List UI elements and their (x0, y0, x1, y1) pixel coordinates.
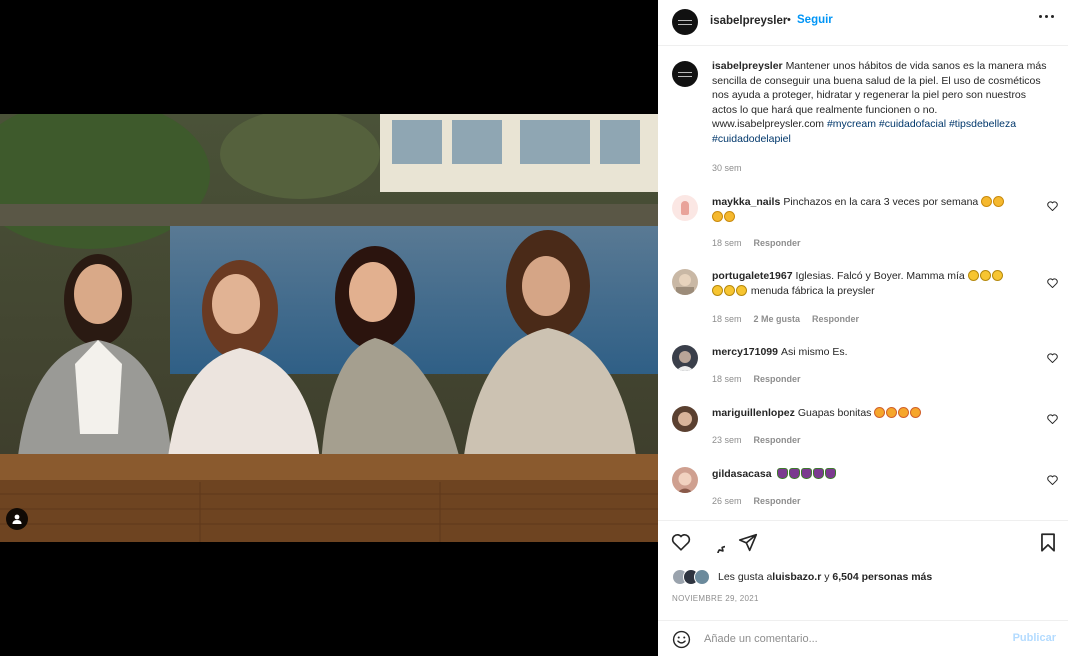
comment-text: mariguillenlopez Guapas bonitas (712, 406, 1032, 421)
comment-icon[interactable] (705, 533, 725, 553)
likes-prefix: Les gusta a (718, 571, 773, 583)
laughing-emoji-icon (967, 270, 979, 281)
tulip-emoji-icon (813, 468, 825, 479)
caption-timestamp[interactable]: 30 sem (712, 163, 742, 173)
comment-time[interactable]: 26 sem (712, 496, 742, 506)
post-header: isabelpreysler • Seguir (658, 0, 1068, 46)
user-tag-icon[interactable] (6, 508, 28, 530)
post-caption: isabelpreysler Mantener unos hábitos de … (712, 59, 1052, 146)
comment-like-heart-icon[interactable] (1047, 201, 1058, 211)
comment-body: Pinchazos en la cara 3 veces por semana (783, 196, 979, 208)
comment-username[interactable]: portugalete1967 (712, 270, 793, 282)
likes-others[interactable]: 6,504 personas más (832, 571, 932, 583)
laughing-emoji-icon (736, 285, 747, 296)
comment-username[interactable]: gildasacasa (712, 468, 772, 480)
clap-emoji-icon (993, 196, 1005, 207)
comment-meta: 23 sem Responder (712, 435, 801, 445)
media-pane (0, 0, 658, 656)
reply-button[interactable]: Responder (754, 374, 801, 384)
comment-meta: 18 sem Responder (712, 238, 801, 248)
more-options-icon[interactable] (1039, 15, 1054, 18)
comment-like-heart-icon[interactable] (1047, 353, 1058, 363)
comment-avatar[interactable] (672, 195, 698, 221)
comment-text: mercy171099 Asi mismo Es. (712, 345, 1032, 360)
reply-button[interactable]: Responder (754, 238, 801, 248)
comment-text: maykka_nails Pinchazos en la cara 3 veces… (712, 195, 1032, 225)
clap-emoji-icon (712, 211, 723, 222)
comment-body: Iglesias. Falcó y Boyer. Mamma mía (795, 270, 965, 282)
author-avatar[interactable] (672, 9, 698, 35)
post-side-panel: isabelpreysler • Seguir isabelpreysler M… (658, 0, 1068, 656)
caption-username[interactable]: isabelpreysler (712, 60, 783, 72)
comment-time[interactable]: 18 sem (712, 374, 742, 384)
post-actions: Les gusta a luisbazo.r y 6,504 personas … (658, 520, 1068, 656)
comments-scroll-area[interactable]: isabelpreysler Mantener unos hábitos de … (658, 47, 1068, 519)
comment-username[interactable]: mercy171099 (712, 346, 778, 358)
comment-text: gildasacasa (712, 467, 1032, 482)
liker-avatar (694, 569, 710, 585)
add-comment-bar: Publicar (658, 620, 1068, 656)
comment-body: Asi mismo Es. (780, 346, 848, 358)
star-eyes-emoji-icon (886, 407, 898, 418)
comment-avatar[interactable] (672, 269, 698, 295)
comment-avatar[interactable] (672, 467, 698, 493)
caption-author-avatar[interactable] (672, 61, 698, 87)
comment-body: Guapas bonitas (797, 407, 872, 419)
likes-middle: y (821, 571, 833, 583)
tulip-emoji-icon (777, 468, 789, 479)
tulip-emoji-icon (801, 468, 813, 479)
author-username[interactable]: isabelpreysler (710, 15, 787, 27)
star-eyes-emoji-icon (874, 407, 886, 418)
laughing-emoji-icon (979, 270, 991, 281)
tulip-emoji-icon (825, 468, 837, 479)
comment-body-tail: menuda fábrica la preysler (748, 285, 875, 297)
star-eyes-emoji-icon (898, 407, 910, 418)
emoji-icon[interactable] (672, 630, 691, 649)
reply-button[interactable]: Responder (754, 435, 801, 445)
share-icon[interactable] (738, 533, 758, 552)
comment-meta: 18 sem 2 Me gusta Responder (712, 314, 859, 324)
tulip-emoji-icon (789, 468, 801, 479)
comment-input[interactable] (704, 629, 1004, 649)
reply-button[interactable]: Responder (754, 496, 801, 506)
star-eyes-emoji-icon (910, 407, 922, 418)
likes-summary[interactable]: Les gusta a luisbazo.r y 6,504 personas … (672, 569, 932, 585)
laughing-emoji-icon (724, 285, 735, 296)
clap-emoji-icon (724, 211, 735, 222)
first-liker[interactable]: luisbazo.r (772, 571, 821, 583)
comment-avatar[interactable] (672, 406, 698, 432)
comment-time[interactable]: 18 sem (712, 314, 742, 324)
comment-username[interactable]: mariguillenlopez (712, 407, 795, 419)
heart-icon[interactable] (671, 533, 691, 551)
publish-button[interactable]: Publicar (1013, 632, 1056, 644)
post-date[interactable]: NOVIEMBRE 29, 2021 (672, 594, 759, 603)
comment-like-heart-icon[interactable] (1047, 414, 1058, 424)
comment-meta: 26 sem Responder (712, 496, 801, 506)
reply-button[interactable]: Responder (812, 314, 859, 324)
liker-avatars[interactable] (672, 569, 712, 585)
comment-like-count[interactable]: 2 Me gusta (754, 314, 801, 324)
laughing-emoji-icon (712, 285, 723, 296)
comment-meta: 18 sem Responder (712, 374, 801, 384)
follow-button[interactable]: Seguir (797, 14, 833, 26)
laughing-emoji-icon (991, 270, 1003, 281)
separator-dot: • (787, 14, 791, 26)
post-photo[interactable] (0, 114, 658, 542)
comment-time[interactable]: 23 sem (712, 435, 742, 445)
comment-like-heart-icon[interactable] (1047, 475, 1058, 485)
comment-time[interactable]: 18 sem (712, 238, 742, 248)
bookmark-icon[interactable] (1040, 533, 1056, 552)
comment-username[interactable]: maykka_nails (712, 196, 780, 208)
clap-emoji-icon (981, 196, 993, 207)
comment-text: portugalete1967 Iglesias. Falcó y Boyer. … (712, 269, 1032, 299)
comment-avatar[interactable] (672, 345, 698, 371)
comment-like-heart-icon[interactable] (1047, 278, 1058, 288)
